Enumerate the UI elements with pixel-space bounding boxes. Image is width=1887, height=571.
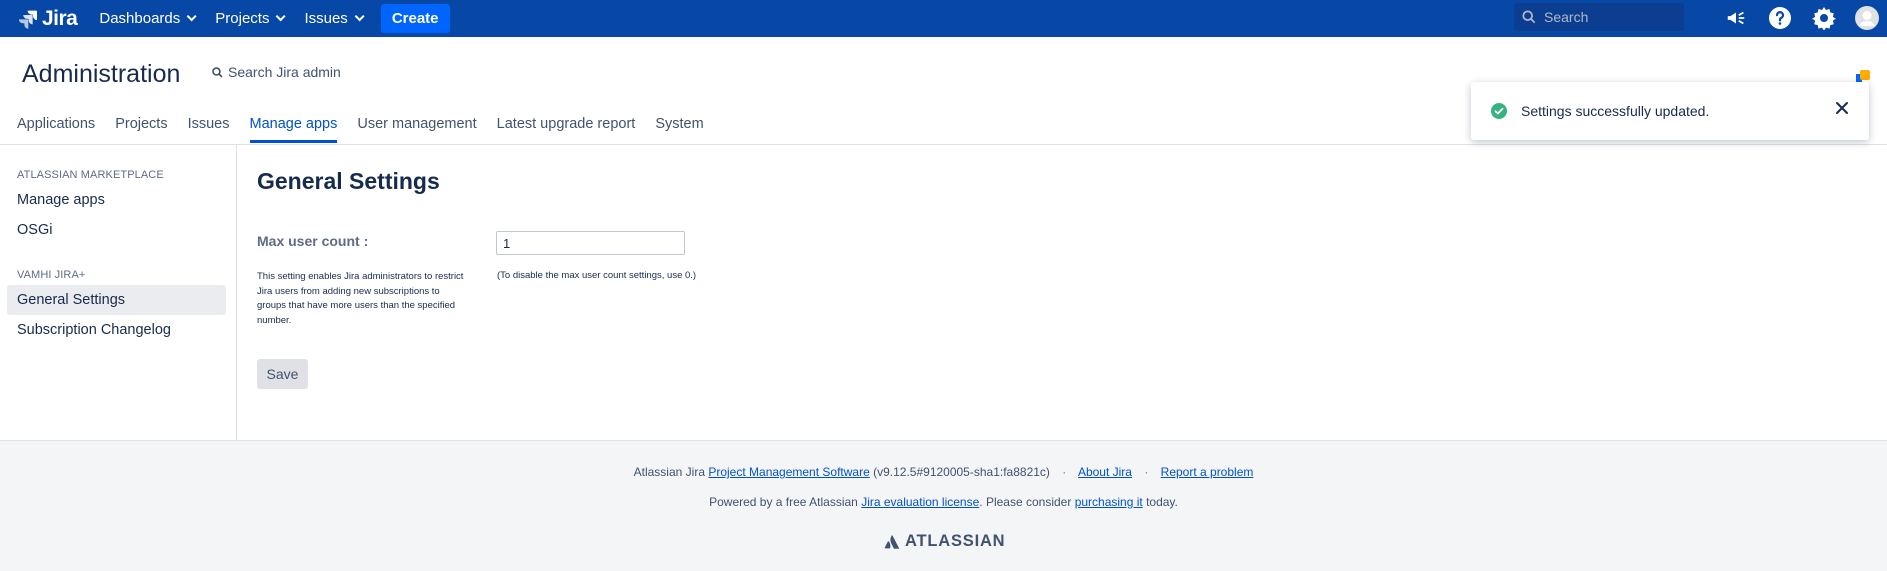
tab-user-management[interactable]: User management [357,116,476,143]
max-user-count-description: This setting enables Jira administrators… [257,271,464,326]
tab-manage-apps[interactable]: Manage apps [249,116,338,143]
tab-system[interactable]: System [655,116,703,143]
megaphone-icon[interactable] [1723,5,1749,31]
success-toast: Settings successfully updated. [1471,82,1869,140]
purchase-link[interactable]: purchasing it [1075,495,1143,509]
nav-dashboards[interactable]: Dashboards [99,10,197,27]
eval-license-link[interactable]: Jira evaluation license [861,495,979,509]
sidebar-item-subscription-changelog[interactable]: Subscription Changelog [7,315,226,345]
pms-link[interactable]: Project Management Software [708,465,869,479]
tab-projects[interactable]: Projects [115,116,167,143]
footer-powered-suffix: today. [1146,495,1178,509]
settings-icon[interactable] [1811,5,1837,31]
toast-message: Settings successfully updated. [1521,103,1710,119]
atlassian-logo-text: ATLASSIAN [905,532,1006,550]
jira-logo-icon [18,10,37,29]
help-icon[interactable] [1767,5,1793,31]
nav-issues[interactable]: Issues [304,10,365,27]
admin-search-label: Search Jira admin [228,64,341,80]
footer-powered-mid: . Please consider [979,495,1072,509]
sidebar-item-manage-apps[interactable]: Manage apps [7,185,226,215]
chevron-down-icon [354,11,365,22]
global-search-input[interactable] [1544,9,1674,25]
admin-search[interactable]: Search Jira admin [212,64,341,80]
nav-issues-label: Issues [304,10,348,27]
global-search[interactable] [1514,3,1684,31]
admin-tabs: Applications Projects Issues Manage apps… [17,116,724,143]
avatar[interactable] [1854,5,1880,31]
top-navigation-bar: Jira Dashboards Projects Issues Create [0,0,1887,37]
max-user-count-input[interactable] [496,231,685,255]
tab-applications[interactable]: Applications [17,116,95,143]
footer-separator: · [1062,465,1067,479]
max-user-count-label: Max user count : [257,233,369,249]
footer-license-line: Powered by a free Atlassian Jira evaluat… [0,495,1887,509]
tab-issues[interactable]: Issues [188,116,230,143]
create-button[interactable]: Create [380,4,450,33]
chevron-down-icon [186,11,197,22]
footer: Atlassian Jira Project Management Softwa… [0,440,1887,571]
nav-projects[interactable]: Projects [215,10,287,27]
sidebar-item-general-settings[interactable]: General Settings [7,285,226,315]
sidebar-heading-marketplace: ATLASSIAN MARKETPLACE [17,169,164,181]
atlassian-logo-icon [884,534,900,549]
success-check-icon [1491,103,1507,119]
footer-powered-prefix: Powered by a free Atlassian [709,495,858,509]
jira-logo[interactable]: Jira [18,6,78,31]
search-icon [212,66,223,78]
atlassian-logo[interactable]: ATLASSIAN [884,532,1005,551]
save-button[interactable]: Save [257,359,308,389]
tab-latest-upgrade-report[interactable]: Latest upgrade report [497,116,636,143]
max-user-count-hint: (To disable the max user count settings,… [497,270,697,281]
footer-prefix: Atlassian Jira [633,465,705,479]
nav-projects-label: Projects [215,10,270,27]
footer-version: (v9.12.5#9120005-sha1:fa8821c) [873,465,1050,479]
nav-dashboards-label: Dashboards [99,10,181,27]
sidebar: ATLASSIAN MARKETPLACE Manage apps OSGi V… [0,145,237,440]
search-icon [1522,10,1536,24]
page-title: Administration [22,60,181,88]
about-jira-link[interactable]: About Jira [1078,465,1132,479]
report-problem-link[interactable]: Report a problem [1161,465,1254,479]
section-title: General Settings [257,168,440,194]
close-icon[interactable] [1835,101,1849,115]
chevron-down-icon [276,11,287,22]
jira-logo-text: Jira [42,6,78,30]
footer-version-line: Atlassian Jira Project Management Softwa… [0,465,1887,479]
sidebar-item-osgi[interactable]: OSGi [7,215,226,245]
footer-separator: · [1144,465,1149,479]
sidebar-heading-vamhi-jira: VAMHI JIRA+ [17,269,86,281]
tabs-divider [0,144,1887,145]
